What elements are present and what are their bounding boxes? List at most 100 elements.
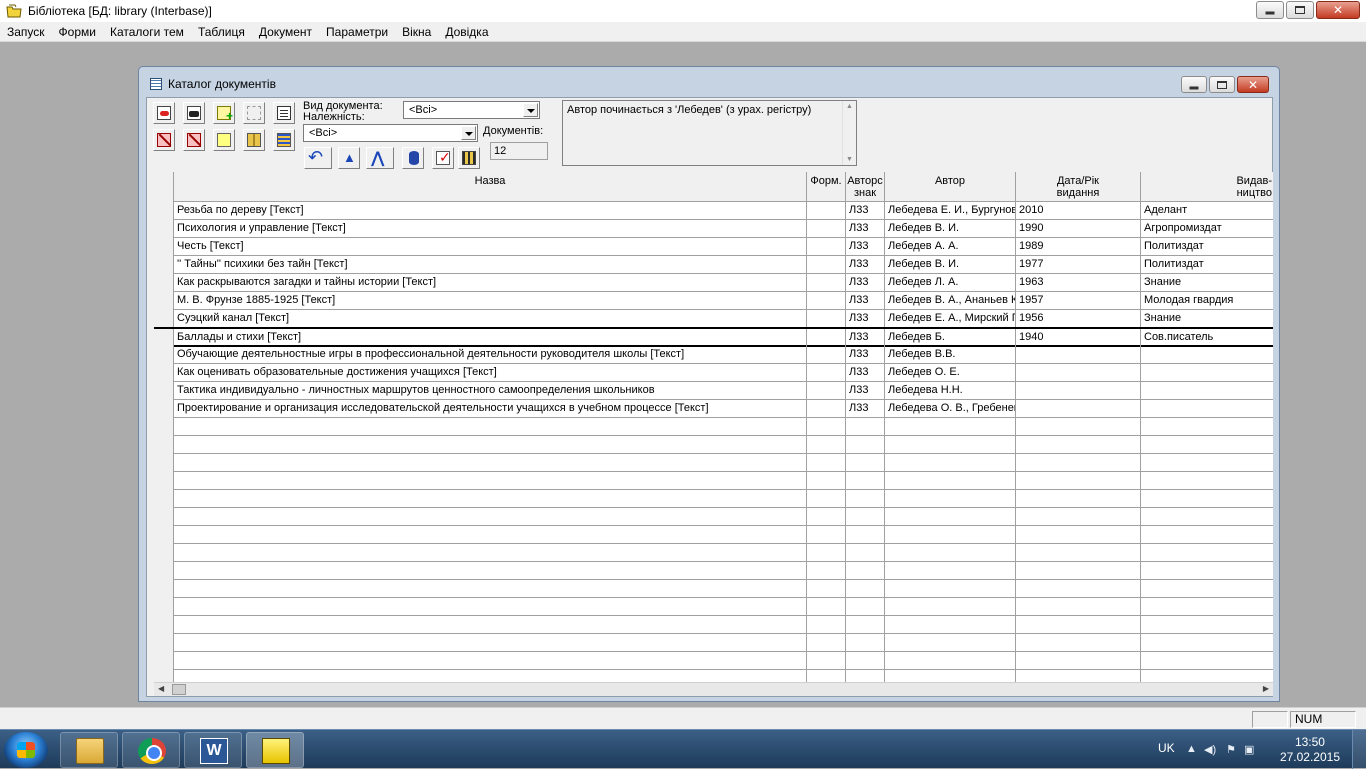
cell-date[interactable]: 1963 (1016, 274, 1141, 292)
cell-format[interactable] (807, 346, 846, 364)
cell-author[interactable]: Лебедев В.В. (885, 346, 1016, 364)
cell-format[interactable] (807, 580, 846, 598)
cell-title[interactable]: Тактика индивидуально - личностных маршр… (174, 382, 807, 400)
cell-date[interactable]: 1990 (1016, 220, 1141, 238)
cell-publisher[interactable] (1141, 472, 1273, 490)
cell-author-mark[interactable]: Л33 (846, 364, 885, 382)
cell-publisher[interactable] (1141, 670, 1273, 682)
search-button[interactable] (183, 102, 205, 124)
cell-publisher[interactable]: Политиздат (1141, 256, 1273, 274)
cell-title[interactable] (174, 634, 807, 652)
cell-author-mark[interactable]: Л33 (846, 329, 885, 347)
cell-author[interactable]: Лебедев Л. А. (885, 274, 1016, 292)
scroll-down-icon[interactable]: ▼ (846, 156, 853, 163)
cell-format[interactable] (807, 652, 846, 670)
cell-date[interactable] (1016, 562, 1141, 580)
cell-title[interactable]: '' Тайны'' психики без тайн [Текст] (174, 256, 807, 274)
cell-title[interactable] (174, 544, 807, 562)
cell-format[interactable] (807, 329, 846, 347)
cell-author[interactable]: Лебедев В. А., Ананьев К (885, 292, 1016, 310)
cell-format[interactable] (807, 490, 846, 508)
menu-launch[interactable]: Запуск (0, 22, 52, 42)
cell-title[interactable] (174, 652, 807, 670)
cell-publisher[interactable] (1141, 454, 1273, 472)
table-row[interactable] (154, 544, 1273, 562)
database-button[interactable] (402, 147, 424, 169)
cell-title[interactable] (174, 598, 807, 616)
menu-table[interactable]: Таблиця (191, 22, 252, 42)
cell-author-mark[interactable] (846, 652, 885, 670)
cell-publisher[interactable]: Знание (1141, 310, 1273, 328)
cell-date[interactable]: 1989 (1016, 238, 1141, 256)
row-indicator[interactable] (154, 256, 174, 274)
row-indicator[interactable] (154, 670, 174, 682)
menu-forms[interactable]: Форми (52, 22, 103, 42)
cell-title[interactable] (174, 526, 807, 544)
cell-format[interactable] (807, 418, 846, 436)
cell-author-mark[interactable]: Л33 (846, 382, 885, 400)
row-indicator[interactable] (154, 310, 174, 328)
table-row[interactable]: М. В. Фрунзе 1885-1925 [Текст] Л33 Лебедев… (154, 292, 1273, 310)
cell-title[interactable] (174, 616, 807, 634)
cell-author-mark[interactable] (846, 472, 885, 490)
scroll-up-icon[interactable]: ▲ (846, 103, 853, 110)
table-row[interactable] (154, 670, 1273, 682)
cell-date[interactable] (1016, 436, 1141, 454)
table-row[interactable] (154, 454, 1273, 472)
scroll-left-icon[interactable]: ◀ (158, 684, 164, 693)
cell-title[interactable] (174, 670, 807, 682)
cell-date[interactable]: 1956 (1016, 310, 1141, 328)
cell-author[interactable] (885, 670, 1016, 682)
add-document-button[interactable] (213, 102, 235, 124)
cell-author[interactable]: Лебедев Б. (885, 329, 1016, 347)
row-indicator[interactable] (154, 580, 174, 598)
row-indicator[interactable] (154, 544, 174, 562)
cell-author-mark[interactable] (846, 490, 885, 508)
cell-title[interactable]: Проектирование и организация исследовате… (174, 400, 807, 418)
row-indicator[interactable] (154, 238, 174, 256)
table-row[interactable] (154, 490, 1273, 508)
cell-author[interactable]: Лебедев В. И. (885, 220, 1016, 238)
table-row[interactable]: Резьба по дереву [Текст] Л33 Лебедева Е. И… (154, 202, 1273, 220)
row-indicator[interactable] (154, 454, 174, 472)
cell-author-mark[interactable]: Л33 (846, 238, 885, 256)
cell-format[interactable] (807, 364, 846, 382)
cell-date[interactable] (1016, 364, 1141, 382)
app-close-button[interactable]: ✕ (1316, 1, 1360, 19)
cell-author-mark[interactable] (846, 526, 885, 544)
table-row[interactable] (154, 634, 1273, 652)
cell-author-mark[interactable] (846, 544, 885, 562)
cell-publisher[interactable]: Молодая гвардия (1141, 292, 1273, 310)
chevron-down-icon[interactable] (523, 103, 538, 117)
table-row[interactable] (154, 580, 1273, 598)
horizontal-scrollbar[interactable]: ◀ ▶ (154, 682, 1273, 696)
row-indicator[interactable] (154, 202, 174, 220)
table-row[interactable] (154, 598, 1273, 616)
table-row[interactable]: Проектирование и организация исследовате… (154, 400, 1273, 418)
doc-type-select[interactable]: <Всі> (403, 101, 540, 119)
cell-author[interactable]: Лебедева О. В., Гребенев (885, 400, 1016, 418)
table-row[interactable] (154, 616, 1273, 634)
row-indicator[interactable] (154, 274, 174, 292)
cell-author-mark[interactable] (846, 580, 885, 598)
cell-publisher[interactable] (1141, 400, 1273, 418)
cell-publisher[interactable] (1141, 346, 1273, 364)
child-maximize-button[interactable] (1209, 76, 1235, 93)
table-row[interactable] (154, 526, 1273, 544)
row-indicator[interactable] (154, 616, 174, 634)
cell-author[interactable] (885, 418, 1016, 436)
cell-date[interactable] (1016, 454, 1141, 472)
cell-publisher[interactable] (1141, 490, 1273, 508)
columns-button[interactable] (458, 147, 480, 169)
cell-title[interactable]: Как оценивать образовательные достижения… (174, 364, 807, 382)
cell-format[interactable] (807, 256, 846, 274)
cell-title[interactable] (174, 580, 807, 598)
cell-format[interactable] (807, 454, 846, 472)
cell-date[interactable] (1016, 346, 1141, 364)
row-indicator[interactable] (154, 472, 174, 490)
cell-author[interactable]: Лебедев В. И. (885, 256, 1016, 274)
cell-title[interactable] (174, 490, 807, 508)
back-button[interactable] (304, 147, 332, 169)
cell-date[interactable]: 1957 (1016, 292, 1141, 310)
cell-format[interactable] (807, 472, 846, 490)
